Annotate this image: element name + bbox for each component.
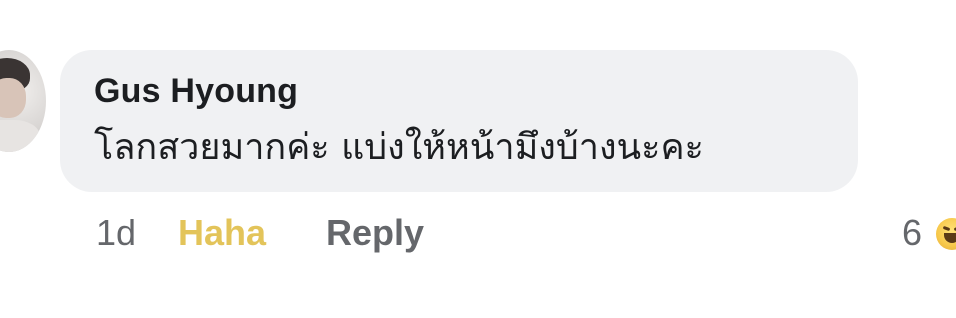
comment-text: โลกสวยมากค่ะ แบ่งให้หน้ามึงบ้างนะคะ	[94, 127, 704, 168]
reaction-count[interactable]: 6	[902, 208, 922, 258]
avatar[interactable]	[0, 50, 46, 152]
comment-author[interactable]: Gus Hyoung	[94, 72, 298, 111]
emoji-eye-left	[942, 225, 951, 232]
haha-emoji-icon	[936, 218, 956, 250]
reply-button[interactable]: Reply	[326, 208, 424, 258]
comment-timestamp[interactable]: 1d	[96, 208, 136, 258]
avatar-face	[0, 78, 26, 118]
haha-reaction-button[interactable]: Haha	[178, 208, 266, 258]
emoji-mouth	[944, 233, 956, 243]
avatar-shirt	[0, 120, 40, 152]
